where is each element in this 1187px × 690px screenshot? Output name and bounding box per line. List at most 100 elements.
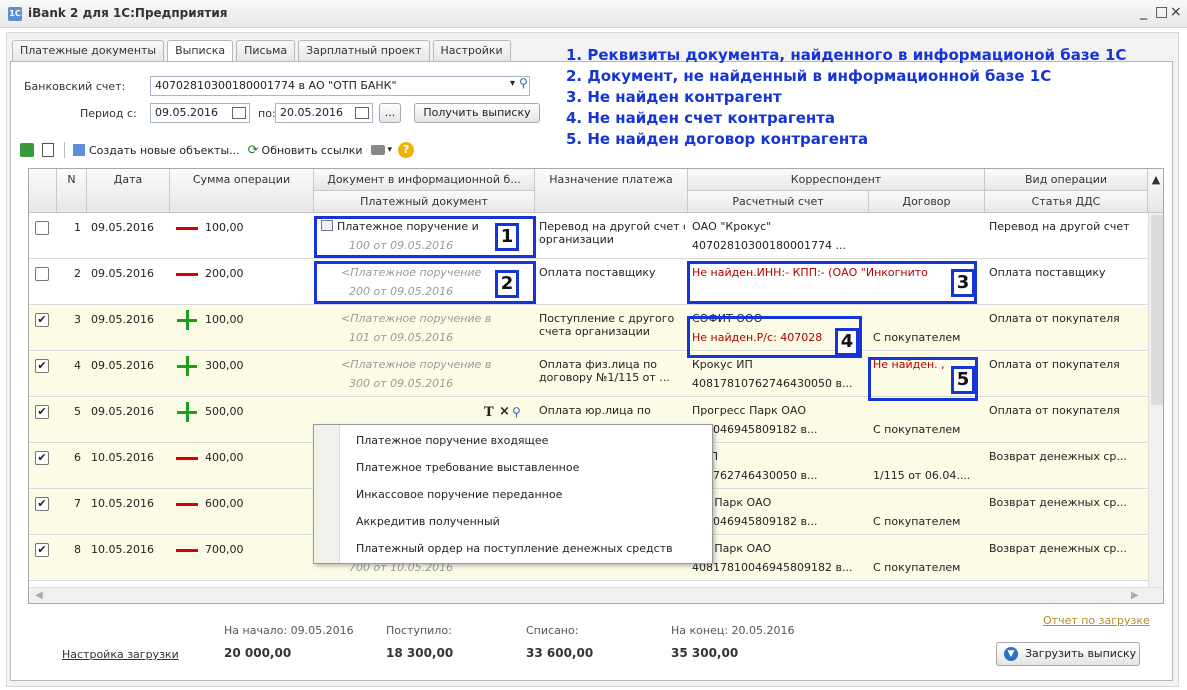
- load-settings-link[interactable]: Настройка загрузки: [62, 648, 179, 661]
- row-operation-type: Возврат денежных ср...: [989, 450, 1127, 463]
- row-corr-account[interactable]: 810046945809182 в...: [692, 515, 867, 528]
- get-statement-button[interactable]: Получить выписку: [414, 103, 540, 123]
- tab-statement[interactable]: Выписка: [167, 40, 234, 62]
- row-amount: 200,00: [205, 267, 244, 280]
- row-contract[interactable]: С покупателем: [873, 515, 983, 528]
- table-row[interactable]: ✔ 4 09.05.2016 300,00 <Платежное поручение в…: [29, 352, 1148, 397]
- row-corr-account[interactable]: 40817810046945809182 в...: [692, 561, 867, 574]
- tab-letters[interactable]: Письма: [236, 40, 296, 61]
- marker-4: 4: [835, 328, 859, 356]
- create-objects-icon[interactable]: [73, 144, 85, 156]
- legend-item-1: 1. Реквизиты документа, найденного в инф…: [566, 46, 1127, 64]
- tab-salary-project[interactable]: Зарплатный проект: [298, 40, 430, 61]
- minimize-icon[interactable]: _: [1140, 4, 1147, 20]
- row-correspondent[interactable]: ОАО "Крокус": [692, 220, 982, 233]
- row-contract[interactable]: С покупателем: [873, 423, 983, 436]
- refresh-icon[interactable]: ⟳: [248, 143, 259, 158]
- period-select-button[interactable]: ...: [379, 103, 401, 123]
- row-checkbox[interactable]: [35, 267, 49, 281]
- scroll-right-icon[interactable]: ▶: [1131, 590, 1139, 601]
- tab-payment-documents[interactable]: Платежные документы: [12, 40, 165, 61]
- header-account[interactable]: Расчетный счет: [688, 191, 869, 213]
- row-correspondent[interactable]: с ИП: [692, 450, 982, 463]
- scrollbar-thumb[interactable]: [1151, 215, 1163, 405]
- row-date: 10.05.2016: [91, 543, 154, 556]
- annotation-box-3: [687, 261, 977, 304]
- row-checkbox[interactable]: ✔: [35, 497, 49, 511]
- table-row[interactable]: 1 09.05.2016 100,00 Платежное поручение и 10…: [29, 214, 1148, 259]
- header-contract[interactable]: Договор: [869, 191, 985, 213]
- dropdown-item-incoming-order[interactable]: Платежное поручение входящее: [356, 434, 548, 447]
- calendar-icon[interactable]: [232, 107, 246, 119]
- row-checkbox[interactable]: ✔: [35, 359, 49, 373]
- row-amount: 300,00: [205, 359, 244, 372]
- header-correspondent[interactable]: Корреспондент: [688, 169, 985, 191]
- row-correspondent[interactable]: Прогресс Парк ОАО: [692, 404, 982, 417]
- refresh-links-button[interactable]: Обновить ссылки: [262, 144, 363, 157]
- row-checkbox[interactable]: [35, 221, 49, 235]
- row-contract[interactable]: 1/115 от 06.04....: [873, 469, 983, 482]
- dropdown-item-payment-request[interactable]: Платежное требование выставленное: [356, 461, 579, 474]
- close-icon[interactable]: ×: [1170, 4, 1182, 20]
- table-row[interactable]: ✔ 3 09.05.2016 100,00 <Платежное поручение в…: [29, 306, 1148, 351]
- table-row[interactable]: 2 09.05.2016 200,00 <Платежное поручение 200…: [29, 260, 1148, 305]
- create-objects-button[interactable]: Создать новые объекты...: [89, 144, 240, 157]
- marker-3: 3: [951, 269, 975, 297]
- dropdown-arrow-icon[interactable]: ▾: [510, 78, 515, 89]
- row-checkbox[interactable]: ✔: [35, 543, 49, 557]
- load-statement-button[interactable]: ▼ Загрузить выписку: [996, 642, 1140, 666]
- text-edit-icon[interactable]: T: [484, 405, 494, 420]
- header-n[interactable]: N: [57, 169, 87, 213]
- row-checkbox[interactable]: ✔: [35, 451, 49, 465]
- header-date[interactable]: Дата: [87, 169, 170, 213]
- plus-icon: [177, 356, 197, 376]
- date-to-field[interactable]: 20.05.2016: [275, 103, 373, 123]
- account-field[interactable]: 40702810300180001774 в АО "ОТП БАНК": [150, 76, 530, 96]
- row-amount: 600,00: [205, 497, 244, 510]
- search-icon[interactable]: ⚲: [519, 76, 528, 90]
- maximize-icon[interactable]: □: [1155, 4, 1168, 20]
- row-purpose: Поступление с другого: [539, 312, 675, 325]
- row-checkbox[interactable]: ✔: [35, 405, 49, 419]
- header-purpose[interactable]: Назначение платежа: [535, 169, 688, 213]
- row-checkbox[interactable]: ✔: [35, 313, 49, 327]
- clear-icon[interactable]: ×: [499, 404, 510, 419]
- row-corr-account[interactable]: 40702810300180001774 ...: [692, 239, 867, 252]
- header-dds[interactable]: Статья ДДС: [985, 191, 1148, 213]
- row-corr-account[interactable]: 810762746430050 в...: [692, 469, 867, 482]
- tab-settings[interactable]: Настройки: [432, 40, 511, 61]
- row-operation-type: Оплата от покупателя: [989, 312, 1120, 325]
- vertical-scrollbar[interactable]: [1148, 213, 1163, 587]
- scroll-left-icon[interactable]: ◀: [35, 590, 43, 601]
- row-corr-account[interactable]: 810046945809182 в...: [692, 423, 867, 436]
- row-document[interactable]: <Платежное поручение вхо...: [341, 358, 491, 371]
- header-amount[interactable]: Сумма операции: [170, 169, 314, 213]
- header-operation-type[interactable]: Вид операции: [985, 169, 1148, 191]
- horizontal-scrollbar[interactable]: ◀ ▶: [29, 587, 1163, 603]
- header-payment-document[interactable]: Платежный документ: [314, 191, 535, 213]
- dropdown-item-letter-of-credit[interactable]: Аккредитив полученный: [356, 515, 500, 528]
- row-contract[interactable]: С покупателем: [873, 331, 983, 344]
- row-correspondent[interactable]: есс Парк ОАО: [692, 496, 982, 509]
- outcome-label: Списано:: [526, 624, 579, 637]
- copy-icon[interactable]: [42, 143, 54, 157]
- scroll-up-icon[interactable]: ▲: [1148, 169, 1163, 213]
- calendar-icon[interactable]: [355, 107, 369, 119]
- open-search-icon[interactable]: ⚲: [512, 405, 521, 419]
- print-icon[interactable]: [370, 145, 385, 155]
- row-contract[interactable]: С покупателем: [873, 561, 983, 574]
- dropdown-item-collection-order[interactable]: Инкассовое поручение переданное: [356, 488, 562, 501]
- chevron-down-icon[interactable]: ▾: [388, 145, 393, 155]
- date-from-field[interactable]: 09.05.2016: [150, 103, 250, 123]
- help-icon[interactable]: ?: [398, 142, 415, 158]
- account-value: 40702810300180001774 в АО "ОТП БАНК": [155, 79, 397, 92]
- select-all-icon[interactable]: [20, 143, 34, 157]
- load-report-link[interactable]: Отчет по загрузке: [1043, 614, 1150, 627]
- document-type-dropdown[interactable]: Платежное поручение входящее Платежное т…: [313, 424, 713, 564]
- row-correspondent[interactable]: есс Парк ОАО: [692, 542, 982, 555]
- row-document[interactable]: <Платежное поручение вхо...: [341, 312, 491, 325]
- header-document[interactable]: Документ в информационной б...: [314, 169, 535, 191]
- dropdown-item-payment-warrant[interactable]: Платежный ордер на поступление денежных …: [356, 542, 673, 555]
- row-operation-type: Оплата от покупателя: [989, 358, 1120, 371]
- row-corr-account[interactable]: 40817810762746430050 в...: [692, 377, 867, 390]
